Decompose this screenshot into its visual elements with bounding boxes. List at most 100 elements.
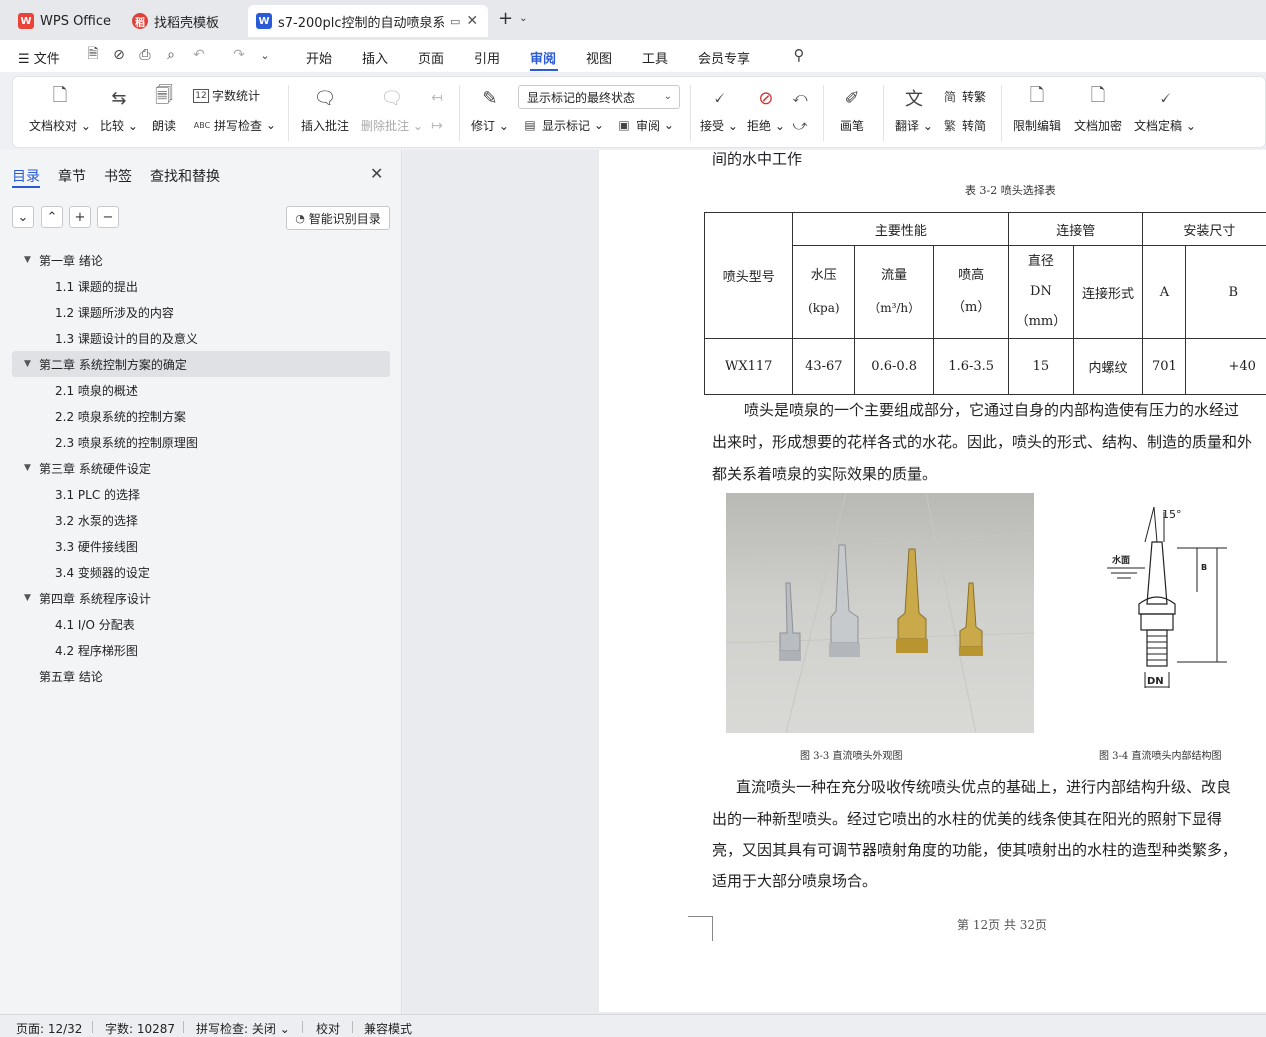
paragraph-line: 出来时，形成想要的花样各式的水花。因此，喷头的形式、结构、制造的质量和外: [712, 433, 1253, 451]
toc-item-label: 第五章 结论: [39, 669, 103, 684]
toc-section-item[interactable]: 2.1 喷泉的概述: [12, 377, 390, 403]
word-count-button[interactable]: 12 字数统计: [193, 87, 260, 104]
collapse-button[interactable]: ⌄: [12, 206, 34, 228]
prev-comment-icon[interactable]: ↤: [428, 89, 446, 107]
toc-section-item[interactable]: 4.2 程序梯形图: [12, 637, 390, 663]
delete-comment-button[interactable]: 🗨 删除批注 ⌄: [361, 85, 423, 134]
wps-logo-icon: W: [18, 13, 34, 29]
menu-insert[interactable]: 插入: [362, 48, 388, 67]
toc-section-item[interactable]: 1.2 课题所涉及的内容: [12, 299, 390, 325]
expand-triangle-icon[interactable]: ▼: [24, 463, 31, 473]
status-separator: [352, 1021, 353, 1033]
toc-section-item[interactable]: 3.2 水泵的选择: [12, 507, 390, 533]
menu-page[interactable]: 页面: [418, 48, 444, 67]
show-markup-button[interactable]: ▤ 显示标记 ⌄: [521, 116, 604, 134]
panel-tab-find-replace[interactable]: 查找和替换: [150, 166, 220, 186]
toc-chapter-item[interactable]: 第五章 结论: [12, 663, 390, 689]
panel-tab-sections[interactable]: 章节: [58, 166, 86, 186]
new-tab-button[interactable]: + ⌄: [498, 8, 527, 29]
status-page[interactable]: 页面: 12/32: [16, 1020, 82, 1037]
toc-chapter-item[interactable]: ▼ 第一章 绪论: [12, 247, 390, 273]
save-icon[interactable]: 🗎: [84, 46, 102, 64]
doc-check-button[interactable]: 🗋 文档校对 ⌄: [29, 85, 91, 134]
toc-chapter-item[interactable]: ▼ 第二章 系统控制方案的确定: [12, 351, 390, 377]
file-menu[interactable]: ☰ 文件: [18, 48, 60, 67]
next-change-icon[interactable]: ⤻: [791, 117, 809, 135]
move-up-button[interactable]: ⌃: [41, 206, 63, 228]
status-compat-mode: 兼容模式: [364, 1022, 413, 1036]
daoke-logo-icon: 稻: [132, 13, 148, 29]
close-panel-icon[interactable]: ✕: [370, 164, 383, 183]
page-footer: 第 12页 共 32页: [957, 918, 1047, 932]
toc-section-item[interactable]: 1.1 课题的提出: [12, 273, 390, 299]
toc-section-item[interactable]: 3.1 PLC 的选择: [12, 481, 390, 507]
review-pane-button[interactable]: ▣ 审阅 ⌄: [615, 116, 674, 134]
diagram-b-label: B: [1201, 563, 1207, 572]
to-traditional-button[interactable]: 简 转繁: [941, 87, 986, 105]
tab-wps-office[interactable]: W WPS Office: [10, 5, 119, 37]
link-icon[interactable]: ⊘: [110, 46, 128, 64]
ribbon-review: 🗋 文档校对 ⌄ ⇆ 比较 ⌄ 🗐 朗读 12 字数统计 ABC 拼写检查 ⌄ …: [12, 76, 1266, 148]
add-heading-button[interactable]: +: [69, 206, 91, 228]
accept-button[interactable]: 🗸 接受 ⌄: [700, 85, 738, 134]
toc-chapter-item[interactable]: ▼ 第三章 系统硬件设定: [12, 455, 390, 481]
paragraph-line: 间的水中工作: [712, 150, 803, 168]
restrict-edit-button[interactable]: 🗋 限制编辑: [1013, 85, 1061, 134]
toc-section-item[interactable]: 3.3 硬件接线图: [12, 533, 390, 559]
search-icon[interactable]: ⚲: [790, 46, 808, 64]
toc-item-label: 3.3 硬件接线图: [55, 539, 138, 554]
markup-state-select[interactable]: 显示标记的最终状态 ⌄: [518, 85, 680, 109]
tab-templates[interactable]: 稻 找稻壳模板: [124, 5, 227, 37]
chevron-down-icon[interactable]: ⌄: [519, 13, 527, 24]
prev-change-icon[interactable]: ⤺: [791, 89, 809, 107]
menu-reference[interactable]: 引用: [474, 48, 500, 67]
status-word-count[interactable]: 字数: 10287: [105, 1020, 175, 1037]
tab-document[interactable]: W s7-200plc控制的自动喷泉系统 ▭ ✕: [248, 5, 488, 37]
status-proofread[interactable]: 校对: [316, 1020, 340, 1037]
smart-toc-button[interactable]: ◔ 智能识别目录: [286, 206, 390, 230]
toc-section-item[interactable]: 2.2 喷泉系统的控制方案: [12, 403, 390, 429]
menu-membership[interactable]: 会员专享: [698, 48, 750, 67]
track-changes-button[interactable]: ✎ 修订 ⌄: [471, 85, 509, 134]
spell-check-button[interactable]: ABC 拼写检查 ⌄: [193, 116, 276, 134]
more-chevron-icon[interactable]: ⌄: [256, 46, 274, 64]
menu-review[interactable]: 审阅: [530, 48, 556, 67]
encrypt-button[interactable]: 🗋 文档加密: [1074, 85, 1122, 134]
toc-section-item[interactable]: 3.4 变频器的设定: [12, 559, 390, 585]
insert-comment-button[interactable]: 🗨 插入批注: [301, 85, 349, 134]
finalize-button[interactable]: 🗸 文档定稿 ⌄: [1134, 85, 1196, 134]
pen-button[interactable]: ✐ 画笔: [839, 85, 865, 134]
toc-section-item[interactable]: 4.1 I/O 分配表: [12, 611, 390, 637]
translate-button[interactable]: 文 翻译 ⌄: [895, 85, 933, 134]
expand-triangle-icon[interactable]: ▼: [24, 255, 31, 265]
toc-section-item[interactable]: 2.3 喷泉系统的控制原理图: [12, 429, 390, 455]
panel-tab-toc[interactable]: 目录: [12, 166, 40, 186]
compare-button[interactable]: ⇆ 比较 ⌄: [100, 85, 138, 134]
print-preview-icon[interactable]: ⌕: [162, 46, 180, 64]
reject-button[interactable]: ⊘ 拒绝 ⌄: [747, 85, 785, 134]
ribbon-separator: [459, 85, 460, 141]
menu-start[interactable]: 开始: [306, 48, 332, 67]
to-simplified-button[interactable]: 繁 转简: [941, 116, 986, 134]
print-icon[interactable]: ⎙: [136, 46, 154, 64]
redo-icon[interactable]: ↷: [230, 46, 248, 64]
menu-view[interactable]: 视图: [586, 48, 612, 67]
panel-tab-bookmarks[interactable]: 书签: [104, 166, 132, 186]
toc-chapter-item[interactable]: ▼ 第四章 系统程序设计: [12, 585, 390, 611]
toc-item-label: 2.2 喷泉系统的控制方案: [55, 409, 186, 424]
status-spell-check[interactable]: 拼写检查: 关闭 ⌄: [196, 1020, 290, 1037]
remove-heading-button[interactable]: −: [97, 206, 119, 228]
table-header-diameter: 直径 DN （mm）: [1008, 245, 1074, 339]
menu-tools[interactable]: 工具: [642, 48, 668, 67]
paragraph-line: 喷头是喷泉的一个主要组成部分，它通过自身的内部构造使有压力的水经过: [744, 401, 1240, 419]
next-comment-icon[interactable]: ↦: [428, 117, 446, 135]
translate-icon: 文: [904, 89, 923, 110]
ribbon-separator: [823, 85, 824, 141]
read-aloud-button[interactable]: 🗐 朗读: [151, 85, 177, 134]
nozzle-photo: [726, 493, 1034, 733]
toc-section-item[interactable]: 1.3 课题设计的目的及意义: [12, 325, 390, 351]
expand-triangle-icon[interactable]: ▼: [24, 593, 31, 603]
expand-triangle-icon[interactable]: ▼: [24, 359, 31, 369]
close-tab-icon[interactable]: ✕: [466, 13, 478, 29]
undo-icon[interactable]: ↶: [190, 46, 208, 64]
